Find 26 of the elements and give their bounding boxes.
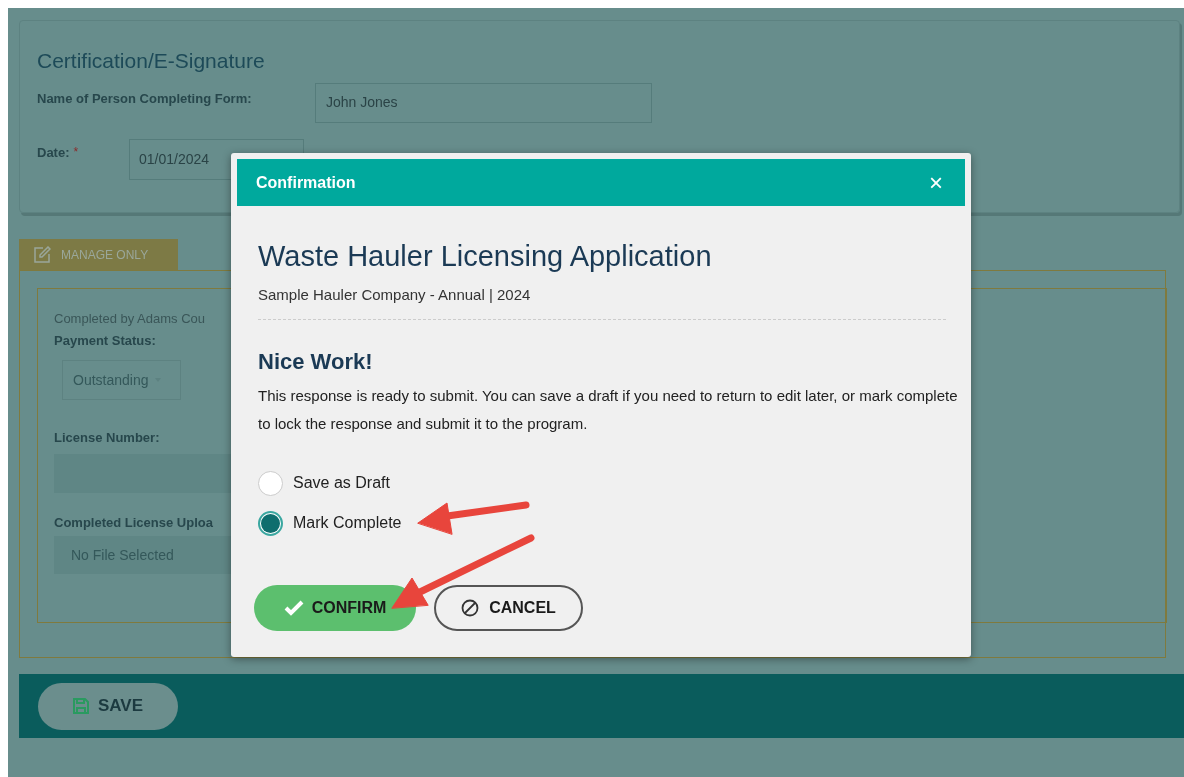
- manage-only-tab[interactable]: MANAGE ONLY: [19, 239, 178, 270]
- dialog-message: This response is ready to submit. You can save a draft if you need to return to edit later, or mark complete to lock the response and submit it to the program.: [258, 386, 958, 434]
- tab-label: MANAGE ONLY: [61, 246, 149, 264]
- name-input[interactable]: John Jones: [315, 82, 652, 123]
- edit-icon: [33, 245, 51, 264]
- field-label: Payment Status:: [54, 331, 156, 350]
- radio-label: Save as Draft: [293, 473, 390, 493]
- required-mark: *: [73, 143, 79, 161]
- radio-button[interactable]: [258, 470, 283, 496]
- confirm-button[interactable]: CONFIRM: [254, 585, 416, 631]
- check-icon: [283, 600, 304, 616]
- radio-label: Mark Complete: [293, 513, 402, 533]
- save-button[interactable]: SAVE: [38, 682, 178, 730]
- close-button[interactable]: ×: [929, 170, 943, 195]
- cancel-button[interactable]: CANCEL: [434, 585, 583, 631]
- field-label: Name of Person Completing Form:: [37, 89, 253, 108]
- field-label: Completed License Uploa: [54, 513, 213, 532]
- radio-button[interactable]: [258, 510, 283, 536]
- field-label: Date:: [37, 143, 70, 162]
- save-icon: [72, 698, 89, 714]
- dialog-subtitle: Sample Hauler Company - Annual | 2024: [258, 284, 532, 305]
- section-title: Certification/E-Signature: [37, 48, 266, 74]
- dialog-title: Waste Hauler Licensing Application: [258, 239, 713, 274]
- field-label: License Number:: [54, 429, 160, 447]
- dialog-heading: Nice Work!: [258, 348, 374, 376]
- cancel-icon: [461, 599, 480, 617]
